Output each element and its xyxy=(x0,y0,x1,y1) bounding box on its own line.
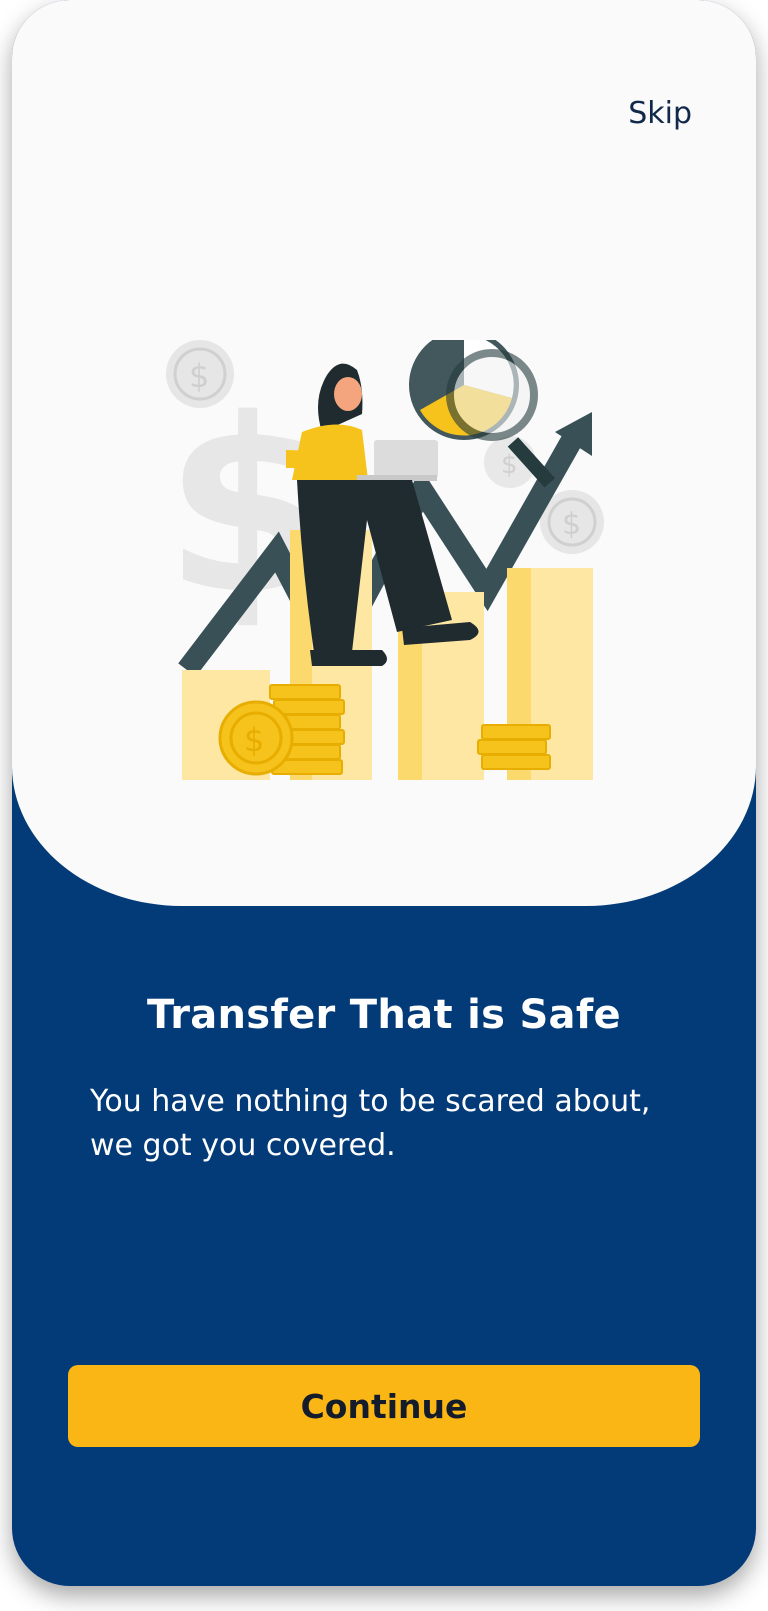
finance-illustration-icon: $ $ $ $ $ xyxy=(164,340,604,780)
onboarding-screen: Skip $ $ $ $ $ Transfer That is Safe You… xyxy=(12,0,756,1586)
background-coin-icon: $ xyxy=(166,340,234,408)
continue-button[interactable]: Continue xyxy=(68,1365,700,1447)
svg-text:$: $ xyxy=(189,357,209,395)
svg-text:$: $ xyxy=(244,721,264,759)
illustration-card: Skip $ $ $ $ $ xyxy=(12,0,756,906)
coin-icon: $ xyxy=(218,700,294,776)
onboarding-title: Transfer That is Safe xyxy=(147,992,621,1038)
onboarding-description: You have nothing to be scared about, we … xyxy=(90,1084,651,1163)
skip-button[interactable]: Skip xyxy=(628,96,692,131)
svg-text:$: $ xyxy=(562,507,581,542)
